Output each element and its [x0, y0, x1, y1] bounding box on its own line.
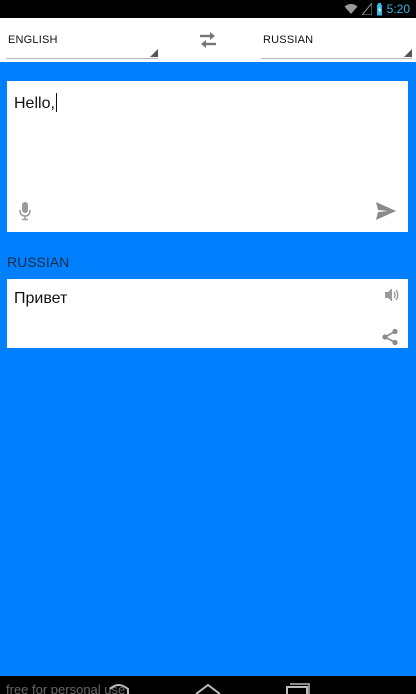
input-text-value: Hello, [14, 95, 55, 112]
speak-button[interactable] [384, 287, 400, 303]
source-language-label: ENGLISH [8, 34, 58, 46]
battery-icon [376, 2, 382, 15]
microphone-button[interactable] [18, 201, 32, 221]
navigation-bar: free for personal use [0, 676, 416, 694]
status-bar: 5:20 [0, 0, 416, 18]
send-icon [376, 202, 396, 220]
target-language-label: RUSSIAN [263, 34, 314, 46]
status-icons: 5:20 [344, 2, 410, 16]
language-bar: ENGLISH RUSSIAN [0, 18, 416, 62]
source-language-spinner[interactable]: ENGLISH [6, 24, 158, 59]
translation-text: Привет [14, 290, 68, 307]
spinner-indicator-icon [404, 49, 412, 57]
share-button[interactable] [381, 328, 399, 346]
signal-icon [361, 3, 372, 15]
share-icon [382, 328, 398, 346]
target-language-spinner[interactable]: RUSSIAN [261, 24, 412, 59]
input-text-field[interactable]: Hello, [14, 93, 57, 113]
microphone-icon [19, 202, 31, 221]
status-time: 5:20 [386, 2, 410, 16]
translate-send-button[interactable] [375, 201, 397, 221]
output-language-label: RUSSIAN [7, 254, 70, 270]
input-card[interactable]: Hello, [7, 81, 408, 232]
home-icon[interactable] [194, 682, 222, 694]
back-icon[interactable] [106, 682, 132, 694]
wifi-icon [344, 4, 358, 14]
text-cursor [55, 93, 57, 112]
spinner-indicator-icon [150, 49, 158, 57]
swap-languages-button[interactable] [196, 29, 220, 51]
speaker-icon [385, 288, 399, 302]
output-card: Привет [7, 279, 408, 348]
recents-icon[interactable] [284, 682, 310, 694]
swap-arrows-icon [200, 32, 216, 48]
